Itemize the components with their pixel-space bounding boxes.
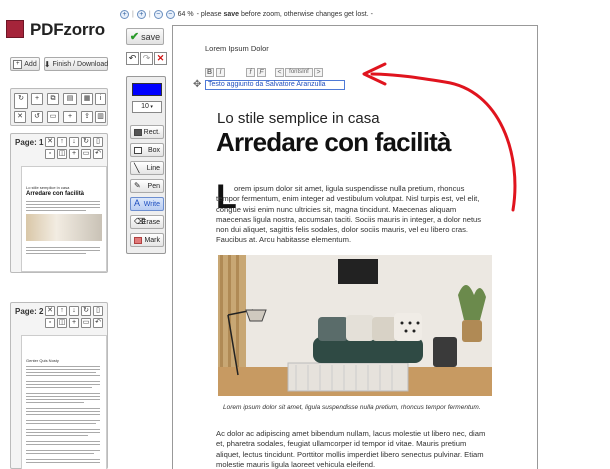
file-info-icon[interactable]: i: [95, 93, 106, 105]
rect-icon: [134, 129, 142, 136]
zoom-reset-icon[interactable]: −: [165, 10, 175, 19]
app-logo: PDFzorro: [30, 20, 105, 39]
cut-page-2-icon[interactable]: ◫: [57, 318, 67, 328]
font-large-icon[interactable]: F: [257, 68, 266, 77]
paste-icon[interactable]: ▤: [63, 93, 77, 105]
app-root: PDFzorro + Add ⬇ Finish / Download ↻ + ⧉…: [0, 0, 610, 469]
move-down-icon[interactable]: ↓: [69, 137, 79, 147]
insert-page-icon[interactable]: +: [69, 149, 79, 159]
grid-icon[interactable]: ▦: [81, 93, 93, 105]
write-tool[interactable]: A Write: [130, 197, 164, 211]
delete-annotation-icon[interactable]: ✕: [154, 52, 167, 65]
mark-tool[interactable]: Mark: [130, 233, 164, 247]
page-tools-panel: ↻ + ⧉ ▤ ▦ i ✕ ↺ ▭ + ⇪ ▥: [10, 88, 108, 126]
zoom-page-icon[interactable]: ▫: [45, 149, 55, 159]
zoom-warning: - please save before zoom, otherwise cha…: [196, 11, 373, 18]
italic-toggle[interactable]: I: [216, 68, 225, 77]
rotate-page-icon[interactable]: ↻: [81, 137, 91, 147]
highlighter-icon: [134, 237, 142, 244]
export-icon[interactable]: ⇪: [81, 111, 93, 123]
page-1-panel: Page: 1 ✕ ↑ ↓ ↻ ▯ ▫ ◫ + ▭ ↶ Lo stile sem…: [10, 133, 108, 273]
prev-font-icon[interactable]: <: [275, 68, 284, 77]
pen-icon: ✎: [134, 181, 141, 190]
text-a-icon: A: [134, 198, 141, 208]
font-italic-icon[interactable]: f: [246, 68, 255, 77]
blank-icon[interactable]: ▭: [81, 149, 91, 159]
page-2-label: Page: 2: [15, 307, 44, 316]
color-picker[interactable]: [132, 83, 162, 96]
box-tool[interactable]: Box: [130, 143, 164, 157]
add-button[interactable]: + Add: [10, 57, 40, 71]
eraser-icon: ⌫: [134, 217, 146, 226]
copy-page-icon[interactable]: ▯: [93, 137, 103, 147]
zoom-in-icon[interactable]: +: [120, 10, 129, 19]
save-button[interactable]: ✔ save: [126, 28, 164, 45]
delete-icon[interactable]: ✕: [14, 111, 26, 123]
select-all-icon[interactable]: ↻: [14, 93, 28, 109]
finish-download-button[interactable]: ⬇ Finish / Download: [44, 57, 108, 71]
arrange-icon[interactable]: ▥: [95, 111, 106, 123]
move-up-icon[interactable]: ↑: [57, 137, 67, 147]
page-2-panel: Page: 2 ✕ ↑ ↓ ↻ ▯ ▫ ◫ + ▭ ↶ Genter Quis …: [10, 302, 108, 469]
checkmark-icon: ✔: [129, 31, 140, 43]
bold-toggle[interactable]: B: [205, 68, 214, 77]
rotate-left-icon[interactable]: ↶: [93, 149, 103, 159]
undo-icon[interactable]: ↶: [126, 52, 139, 65]
line-tool[interactable]: ╲ Line: [130, 161, 164, 175]
blank-2-icon[interactable]: ▭: [81, 318, 91, 328]
delete-page-2-icon[interactable]: ✕: [45, 306, 55, 316]
delete-page-icon[interactable]: ✕: [45, 137, 55, 147]
living-room-photo: [218, 255, 492, 396]
add-file-icon: +: [13, 59, 23, 69]
page-2-thumbnail[interactable]: Genter Quis Nosty: [21, 335, 107, 469]
copy-page-2-icon[interactable]: ▯: [93, 306, 103, 316]
copy-icon[interactable]: ⧉: [47, 93, 59, 105]
zoom-out-icon[interactable]: −: [153, 10, 163, 19]
annotation-tools-panel: 10 ▾ Rect. Box ╲ Line ✎ Pen A Write ⌫ Erase …: [126, 76, 166, 254]
move-up-2-icon[interactable]: ↑: [57, 306, 67, 316]
erase-tool[interactable]: ⌫ Erase: [130, 215, 164, 229]
font-name[interactable]: fontsInf: [285, 68, 313, 77]
photo-caption: Lorem ipsum dolor sit amet, ligula suspe…: [223, 404, 481, 411]
cut-page-icon[interactable]: ◫: [57, 149, 67, 159]
next-font-icon[interactable]: >: [314, 68, 323, 77]
zoom-page-2-icon[interactable]: ▫: [45, 318, 55, 328]
rect-tool[interactable]: Rect.: [130, 125, 164, 139]
rotate-left-2-icon[interactable]: ↶: [93, 318, 103, 328]
doc-header: Lorem Ipsum Dolor: [205, 44, 269, 53]
move-handle-icon[interactable]: ✥: [193, 79, 201, 90]
insert-icon[interactable]: +: [63, 111, 77, 123]
line-icon: ╲: [134, 163, 140, 173]
zoom-level: 64 %: [177, 11, 194, 18]
zoom-bar: + | + | − − 64 % - please save before zo…: [120, 10, 373, 19]
font-size-select[interactable]: 10 ▾: [132, 101, 162, 113]
add-page-icon[interactable]: +: [31, 93, 43, 105]
blank-page-icon[interactable]: ▭: [47, 111, 59, 123]
insert-page-2-icon[interactable]: +: [69, 318, 79, 328]
redo-icon[interactable]: ↷: [140, 52, 153, 65]
move-down-2-icon[interactable]: ↓: [69, 306, 79, 316]
download-icon: ⬇: [43, 59, 51, 69]
rotate-icon[interactable]: ↺: [31, 111, 43, 123]
page-1-label: Page: 1: [15, 138, 44, 147]
box-icon: [134, 147, 142, 154]
page-1-thumbnail[interactable]: Lo stile semplice in casa Arredare con f…: [21, 166, 107, 272]
red-arrow-annotation: [362, 62, 517, 212]
text-annotation-input[interactable]: Testo aggiunto da Salvatore Aranzulla: [205, 80, 345, 90]
thumbnail-photo: [26, 214, 102, 241]
rotate-page-2-icon[interactable]: ↻: [81, 306, 91, 316]
pen-tool[interactable]: ✎ Pen: [130, 179, 164, 193]
paragraph-2: Ac dolor ac adipiscing amet bibendum nul…: [216, 429, 486, 469]
zoom-fit-icon[interactable]: +: [136, 10, 146, 19]
logo-icon: [6, 20, 24, 38]
